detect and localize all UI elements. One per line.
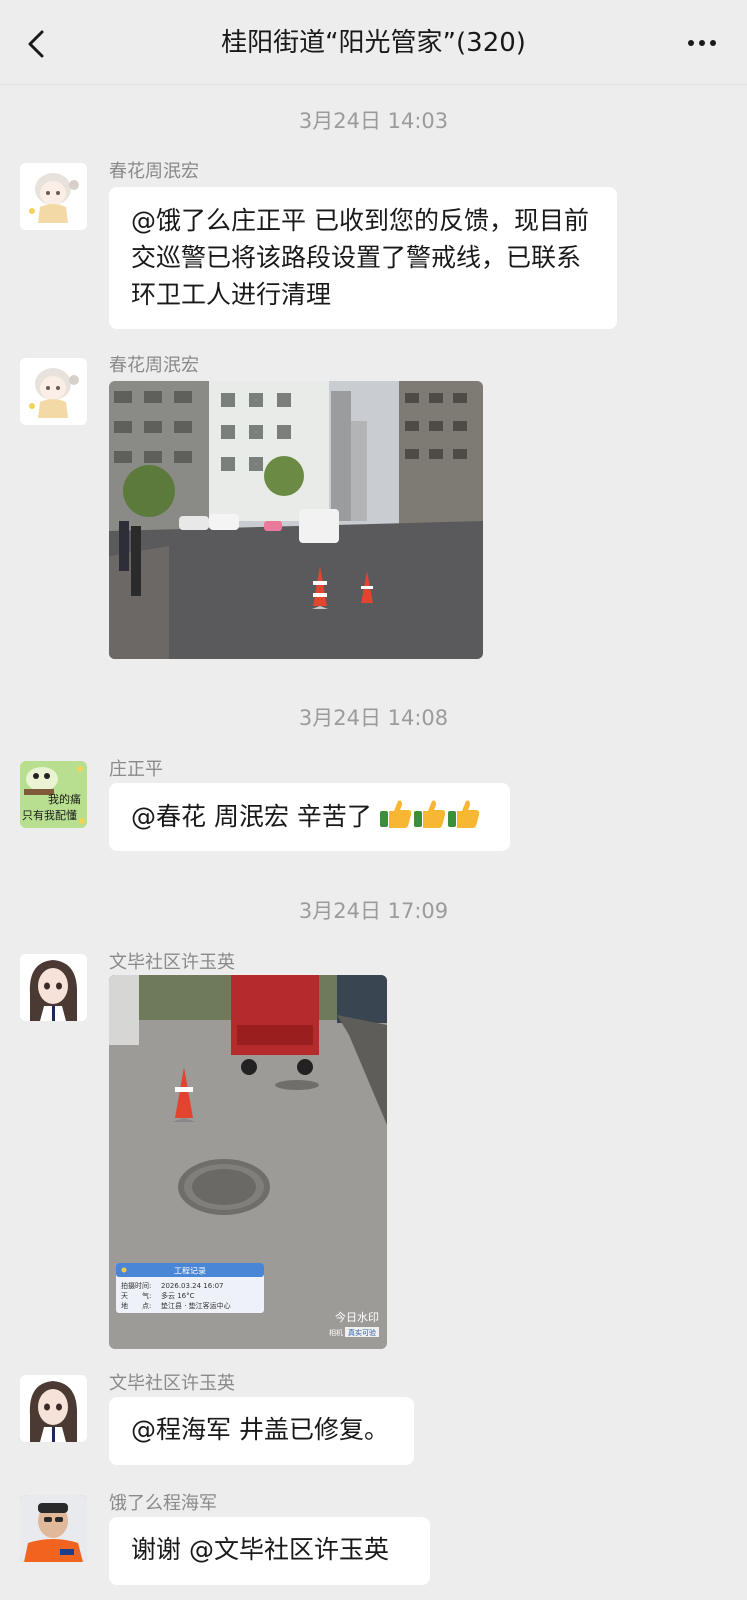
message-text: @饿了么庄正平 已收到您的反馈，现目前交巡警已将该路段设置了警戒线，已联系环卫工… — [131, 206, 589, 309]
avatar[interactable] — [20, 954, 87, 1021]
avatar[interactable]: 我的痛 只有我配懂 — [20, 761, 87, 828]
watermark-brand-verify: 真实可验 — [348, 1328, 376, 1337]
watermark-weather-value: 多云 16°C — [161, 1291, 195, 1300]
manhole-photo[interactable]: 工程记录 拍摄时间: 2026.03.24 16:07 天 气: 多云 16°C… — [109, 975, 387, 1349]
avatar[interactable] — [20, 163, 87, 230]
watermark-brand: 今日水印 — [335, 1310, 379, 1324]
avatar-caption: 只有我配懂 — [22, 808, 77, 822]
chat-title: 桂阳街道“阳光管家”(320) — [221, 28, 526, 58]
message-text: @春花 周泯宏 辛苦了 — [131, 802, 372, 831]
message-bubble[interactable]: @饿了么庄正平 已收到您的反馈，现目前交巡警已将该路段设置了警戒线，已联系环卫工… — [109, 187, 617, 329]
chat-header: 桂阳街道“阳光管家”(320) — [0, 0, 747, 85]
message-bubble[interactable]: 谢谢 @文毕社区许玉英 — [109, 1517, 430, 1585]
girl-portrait-avatar-icon — [20, 1375, 87, 1442]
person-photo-avatar-icon — [20, 1495, 87, 1562]
anime-girl-avatar-icon — [20, 358, 87, 425]
thumbs-up-icon — [379, 797, 482, 839]
message-timestamp: 3月24日 14:08 — [298, 706, 449, 730]
avatar-caption: 我的痛 — [48, 792, 81, 806]
sender-name: 饿了么程海军 — [109, 1493, 217, 1514]
watermark-time-value: 2026.03.24 16:07 — [161, 1282, 223, 1290]
girl-portrait-avatar-icon — [20, 954, 87, 1021]
sender-name: 春花周泯宏 — [109, 161, 199, 182]
anime-girl-avatar-icon — [20, 163, 87, 230]
avatar[interactable] — [20, 358, 87, 425]
sender-name: 春花周泯宏 — [109, 355, 199, 376]
message-bubble[interactable]: @春花 周泯宏 辛苦了 — [109, 783, 510, 851]
street-scene-image — [109, 381, 483, 659]
sender-name: 文毕社区许玉英 — [109, 1373, 235, 1394]
watermark-brand-sub: 相机 — [329, 1328, 343, 1337]
message-timestamp: 3月24日 17:09 — [298, 899, 449, 923]
message-text: @程海军 井盖已修复。 — [131, 1415, 389, 1444]
avatar[interactable] — [20, 1495, 87, 1562]
avatar[interactable] — [20, 1375, 87, 1442]
watermark-weather-label: 天 气: — [121, 1291, 151, 1300]
message-text: 谢谢 @文毕社区许玉英 — [131, 1535, 389, 1564]
sender-name: 文毕社区许玉英 — [109, 952, 235, 973]
street-photo[interactable] — [109, 381, 483, 659]
watermark-place-label: 地 点: — [121, 1301, 151, 1310]
watermark-title: 工程记录 — [174, 1267, 206, 1276]
frog-meme-avatar-icon: 我的痛 只有我配懂 — [20, 761, 87, 828]
sender-name: 庄正平 — [109, 759, 163, 780]
message-timestamp: 3月24日 14:03 — [298, 109, 449, 133]
watermark-place-value: 垫江县 · 垫江客运中心 — [161, 1301, 231, 1310]
manhole-repair-image: 工程记录 拍摄时间: 2026.03.24 16:07 天 气: 多云 16°C… — [109, 975, 387, 1349]
more-options-icon[interactable] — [687, 38, 717, 48]
message-bubble[interactable]: @程海军 井盖已修复。 — [109, 1397, 414, 1465]
watermark-time-label: 拍摄时间: — [121, 1281, 151, 1290]
